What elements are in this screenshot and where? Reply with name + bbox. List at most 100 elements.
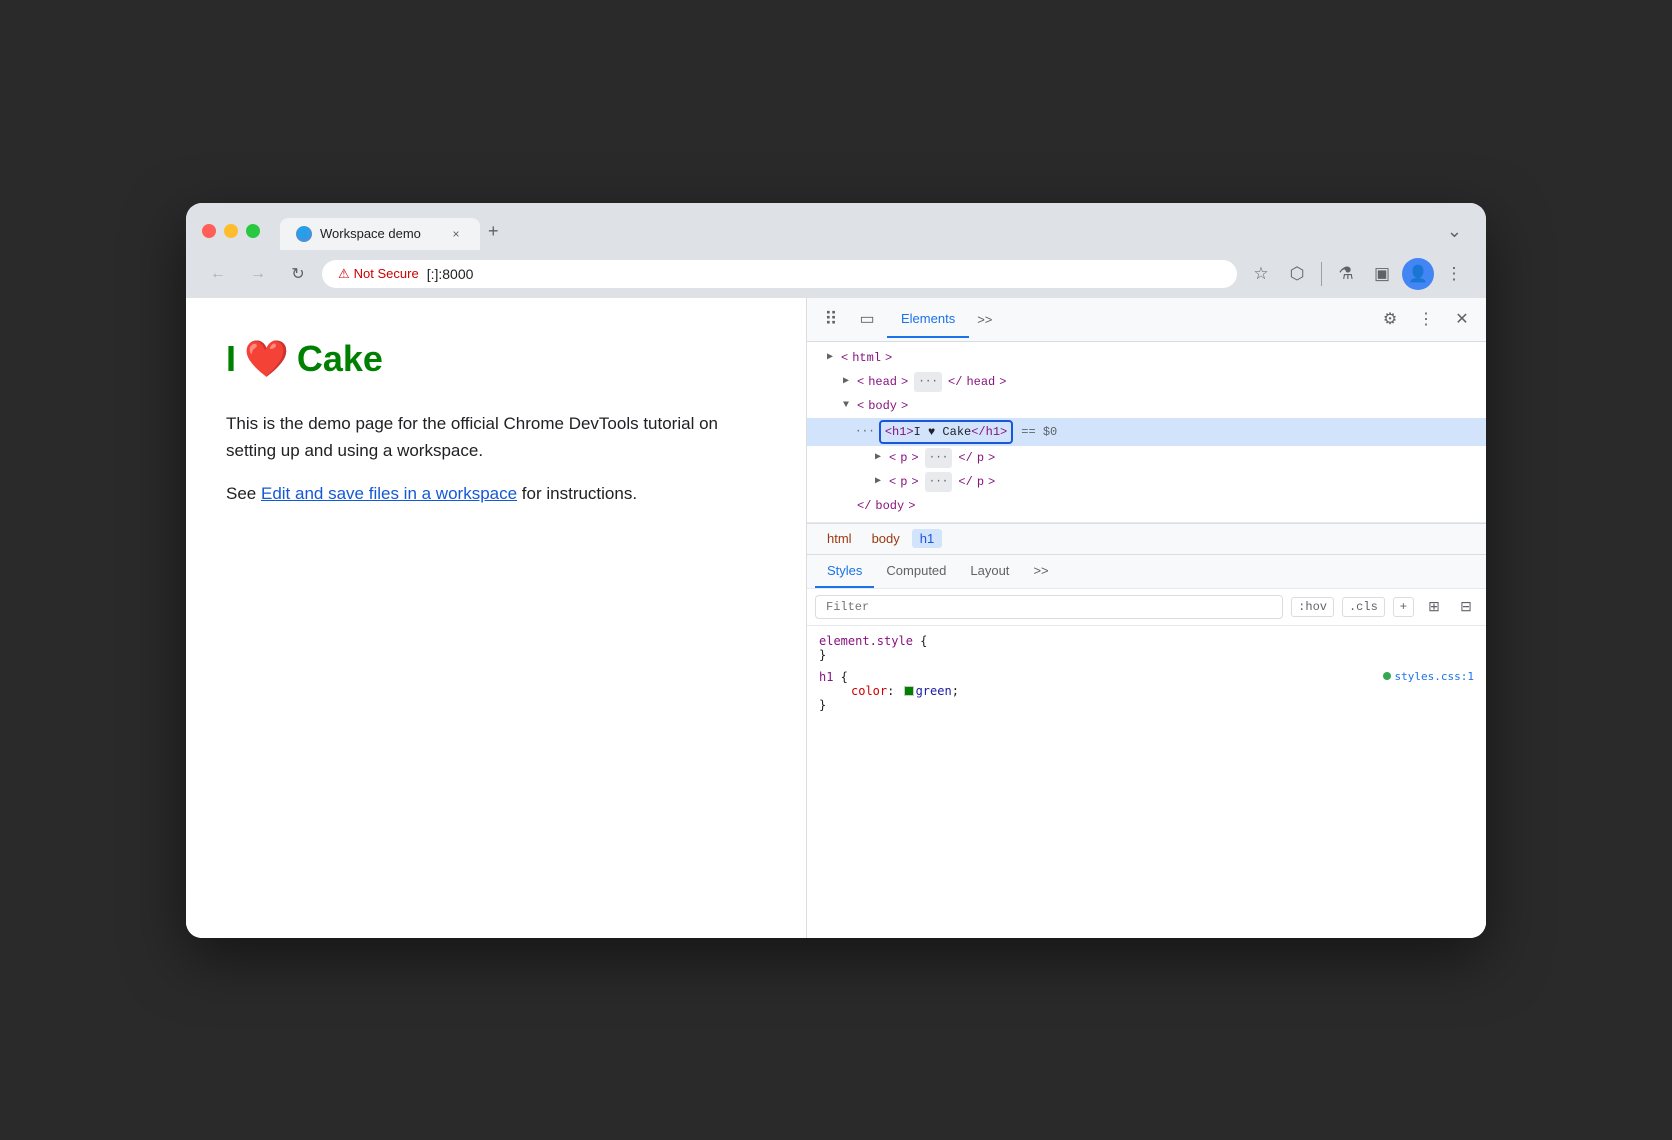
hov-button[interactable]: :hov	[1291, 597, 1334, 617]
cls-button[interactable]: .cls	[1342, 597, 1385, 617]
triangle-icon: ▶	[839, 372, 853, 392]
ellipsis: ···	[925, 448, 953, 468]
heading-text-cake: Cake	[297, 338, 383, 380]
styles-more-tabs[interactable]: >>	[1021, 555, 1060, 588]
computed-style-icon[interactable]: ⊞	[1422, 595, 1446, 619]
element-style-selector: element.style {	[819, 634, 1474, 648]
triangle-icon: ▶	[871, 472, 885, 492]
breadcrumb-h1[interactable]: h1	[912, 529, 942, 548]
workspace-link[interactable]: Edit and save files in a workspace	[261, 484, 517, 503]
devtools-action-buttons: ⚙ ⋮ ✕	[1374, 303, 1478, 335]
inspect-element-button[interactable]: ⠿	[815, 303, 847, 335]
sidebar-button[interactable]: ▣	[1366, 258, 1398, 290]
styles-panel: Styles Computed Layout >> :hov .cls + ⊞ …	[807, 555, 1486, 938]
dom-line-h1[interactable]: ··· <h1>I ♥ Cake</h1> == $0	[807, 418, 1486, 446]
h1-style-rule: h1 { styles.css:1 color: green; }	[819, 670, 1474, 712]
devtools-panel: ⠿ ▭ Elements >> ⚙ ⋮ ✕ ▶ <htm	[806, 298, 1486, 938]
active-tab[interactable]: 🌐 Workspace demo ×	[280, 218, 480, 250]
page-content: I ❤️ Cake This is the demo page for the …	[186, 298, 806, 938]
tab-close-button[interactable]: ×	[448, 226, 464, 242]
not-secure-label: Not Secure	[354, 266, 419, 281]
minimize-window-button[interactable]	[224, 224, 238, 238]
ellipsis: ···	[925, 472, 953, 492]
triangle-icon: ▶	[823, 348, 837, 368]
page-body-text: This is the demo page for the official C…	[226, 410, 766, 464]
browser-window: 🌐 Workspace demo × + ⌄ ← → ↻ ⚠ Not Secur…	[186, 203, 1486, 938]
maximize-window-button[interactable]	[246, 224, 260, 238]
tab-layout[interactable]: Layout	[958, 555, 1021, 588]
dom-line-body[interactable]: ▼ <body>	[807, 394, 1486, 418]
omnibox[interactable]: ⚠ Not Secure [:]:8000	[322, 260, 1237, 288]
labs-button[interactable]: ⚗	[1330, 258, 1362, 290]
triangle-icon: ▶	[871, 448, 885, 468]
dom-tree: ▶ <html> ▶ <head> ··· </head> ▼ <body> ·…	[807, 342, 1486, 523]
devtools-tab-bar: Elements >>	[887, 301, 1370, 338]
dom-line-html[interactable]: ▶ <html>	[807, 346, 1486, 370]
extensions-button[interactable]: ⬡	[1281, 258, 1313, 290]
tab-elements[interactable]: Elements	[887, 301, 969, 338]
tab-styles[interactable]: Styles	[815, 555, 874, 588]
close-window-button[interactable]	[202, 224, 216, 238]
content-area: I ❤️ Cake This is the demo page for the …	[186, 298, 1486, 938]
forward-button[interactable]: →	[242, 258, 274, 290]
back-button[interactable]: ←	[202, 258, 234, 290]
link-suffix: for instructions.	[517, 484, 637, 503]
more-menu-button[interactable]: ⋮	[1438, 258, 1470, 290]
triangle-icon: ▼	[839, 396, 853, 416]
styles-filter-row: :hov .cls + ⊞ ⊟	[807, 589, 1486, 626]
tab-menu-button[interactable]: ⌄	[1439, 213, 1470, 250]
color-swatch-green[interactable]	[904, 686, 914, 696]
traffic-lights	[202, 224, 260, 238]
breadcrumb-html[interactable]: html	[819, 529, 860, 548]
security-warning: ⚠ Not Secure	[338, 266, 419, 282]
dollar-zero-label: == $0	[1021, 422, 1057, 442]
css-source-text: styles.css:1	[1395, 670, 1474, 683]
h1-style-header: h1 { styles.css:1	[819, 670, 1474, 684]
new-tab-button[interactable]: +	[480, 213, 507, 250]
element-style-rule: element.style { }	[819, 634, 1474, 662]
styles-tabs: Styles Computed Layout >>	[807, 555, 1486, 589]
heading-text-i: I	[226, 338, 236, 380]
dom-line-head[interactable]: ▶ <head> ··· </head>	[807, 370, 1486, 394]
css-source-link[interactable]: styles.css:1	[1383, 670, 1474, 683]
link-prefix: See	[226, 484, 261, 503]
dom-line-body-close[interactable]: </body>	[807, 494, 1486, 518]
styles-filter-input[interactable]	[815, 595, 1283, 619]
devtools-close-button[interactable]: ✕	[1446, 303, 1478, 335]
tab-title: Workspace demo	[320, 226, 440, 241]
dom-line-p1[interactable]: ▶ <p> ··· </p>	[807, 446, 1486, 470]
toolbar-divider	[1321, 262, 1322, 286]
heart-symbol: ❤️	[244, 338, 289, 380]
devtools-toolbar: ⠿ ▭ Elements >> ⚙ ⋮ ✕	[807, 298, 1486, 342]
breadcrumb-bar: html body h1	[807, 523, 1486, 555]
add-style-button[interactable]: +	[1393, 597, 1414, 617]
breadcrumb-body[interactable]: body	[864, 529, 908, 548]
title-bar: 🌐 Workspace demo × + ⌄	[186, 203, 1486, 250]
h1-style-close: }	[819, 698, 1474, 712]
three-dots: ···	[855, 422, 875, 442]
devtools-more-button[interactable]: ⋮	[1410, 303, 1442, 335]
address-bar: ← → ↻ ⚠ Not Secure [:]:8000 ☆ ⬡ ⚗ ▣ 👤 ⋮	[186, 250, 1486, 298]
source-dot	[1383, 672, 1391, 680]
h1-highlight: <h1>I ♥ Cake</h1>	[879, 420, 1013, 444]
reload-button[interactable]: ↻	[282, 258, 314, 290]
devtools-settings-button[interactable]: ⚙	[1374, 303, 1406, 335]
device-mode-button[interactable]: ▭	[851, 303, 883, 335]
profile-button[interactable]: 👤	[1402, 258, 1434, 290]
element-style-close: }	[819, 648, 1474, 662]
warning-icon: ⚠	[338, 266, 350, 282]
tab-computed[interactable]: Computed	[874, 555, 958, 588]
dom-line-p2[interactable]: ▶ <p> ··· </p>	[807, 470, 1486, 494]
tab-favicon: 🌐	[296, 226, 312, 242]
css-rules: element.style { } h1 { styles.css:1	[807, 626, 1486, 728]
tab-bar: 🌐 Workspace demo × +	[280, 213, 1427, 250]
color-property: color: green;	[819, 684, 1474, 698]
page-heading: I ❤️ Cake	[226, 338, 766, 380]
devtools-more-tabs-button[interactable]: >>	[969, 308, 1000, 331]
page-link-section: See Edit and save files in a workspace f…	[226, 484, 766, 504]
toolbar-icons: ☆ ⬡ ⚗ ▣ 👤 ⋮	[1245, 258, 1470, 290]
url-display: [:]:8000	[427, 266, 474, 282]
ellipsis: ···	[914, 372, 942, 392]
toggle-sidebar-icon[interactable]: ⊟	[1454, 595, 1478, 619]
bookmark-button[interactable]: ☆	[1245, 258, 1277, 290]
